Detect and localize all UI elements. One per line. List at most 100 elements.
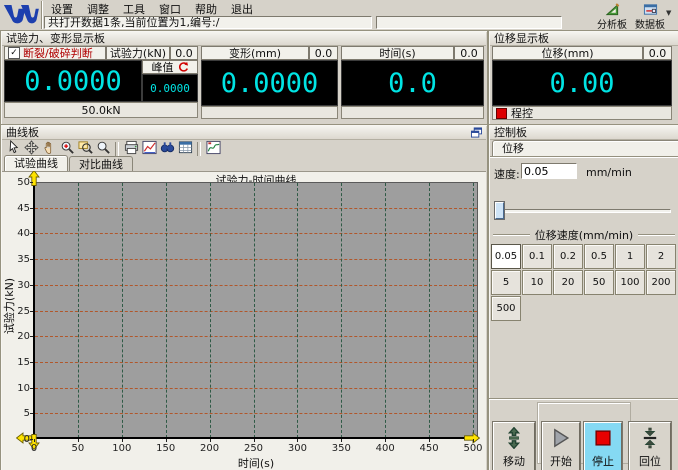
curve-panel-titlebar: 曲线板 — [2, 126, 486, 140]
zoom-window-icon — [77, 140, 93, 158]
speed-option-0.5[interactable]: 0.5 — [584, 244, 614, 269]
y-tick-label: 50 — [17, 177, 30, 188]
return-button[interactable]: 回位 — [629, 422, 671, 470]
explore-icon — [160, 140, 175, 158]
force-header: 试验力(kN) — [106, 46, 170, 60]
speed-option-50[interactable]: 50 — [584, 270, 614, 295]
move-button-label: 移动 — [503, 455, 525, 468]
deform-value-display: 0.0000 — [201, 60, 338, 106]
toolbar-chart-view-button[interactable] — [140, 140, 158, 158]
break-judge-checkbox[interactable]: ✓ — [8, 47, 20, 59]
toolbar-separator — [115, 141, 119, 156]
speed-slider-track[interactable] — [495, 209, 671, 213]
app-window: 设置 调整 工具 窗口 帮助 退出 共打开数据1条,当前位置为1,编号:/ 分析板 数据板… — [0, 0, 678, 470]
speed-input[interactable] — [521, 163, 577, 179]
play-icon — [550, 427, 572, 452]
speed-option-0.05[interactable]: 0.05 — [491, 244, 521, 269]
tab-displacement[interactable]: 位移 — [492, 140, 678, 156]
toolbar-overflow-arrow-icon[interactable]: ▼ — [666, 9, 671, 17]
x-tick-label: 250 — [243, 443, 264, 454]
speed-option-200[interactable]: 200 — [646, 270, 676, 295]
speed-option-0.2[interactable]: 0.2 — [553, 244, 583, 269]
h-gridline — [35, 387, 477, 389]
control-mode-row: 程控 — [492, 106, 672, 120]
v-gridline — [77, 183, 79, 438]
v-gridline — [473, 183, 474, 438]
speed-option-10[interactable]: 10 — [522, 270, 552, 295]
speed-option-0.1[interactable]: 0.1 — [522, 244, 552, 269]
peak-value-display: 0.0000 — [142, 74, 198, 102]
y-tick-label: 20 — [17, 331, 30, 343]
status-message: 共打开数据1条,当前位置为1,编号:/ — [44, 16, 372, 29]
x-tick-mark — [121, 439, 123, 442]
y-tick-mark — [30, 361, 33, 363]
speed-group-label: 位移速度(mm/min) — [534, 229, 634, 242]
speed-unit-label: mm/min — [586, 166, 632, 179]
curve-tab-0[interactable]: 试验曲线 — [4, 155, 68, 171]
peak-reset-icon[interactable] — [177, 61, 189, 73]
toolbar-separator — [197, 141, 201, 156]
break-judge-label: 断裂/破碎判断 — [23, 47, 93, 60]
v-gridline — [429, 183, 431, 438]
x-tick-label: 150 — [156, 443, 176, 454]
x-tick-mark — [77, 439, 79, 442]
speed-option-500[interactable]: 500 — [491, 296, 521, 321]
curve-panel-title: 曲线板 — [6, 126, 39, 139]
speed-option-5[interactable]: 5 — [491, 270, 521, 295]
force-value-display: 0.0000 — [4, 60, 142, 102]
speed-slider-thumb[interactable] — [495, 202, 504, 219]
data-board-icon — [643, 2, 658, 20]
program-mode-label: 程控 — [511, 107, 533, 120]
toolbar-explore-button[interactable] — [158, 141, 176, 157]
move-vertical-icon — [503, 426, 525, 452]
x-tick-label: 350 — [331, 443, 351, 454]
v-gridline — [165, 183, 167, 438]
time-bottom-strip — [341, 106, 484, 119]
y-tick-mark — [30, 310, 33, 312]
speed-options-grid: 0.05 0.1 0.2 0.5 1 2 5 10 20 50 100 200 500 — [491, 244, 678, 322]
toolbar-curve-config-button[interactable] — [204, 140, 222, 158]
status-field-secondary — [376, 16, 562, 29]
x-axis-label: 时间(s) — [237, 457, 275, 470]
toolbar-data-table-button[interactable] — [176, 140, 194, 158]
curve-tabs: 试验曲线 对比曲线 — [4, 155, 134, 171]
curve-config-icon — [205, 140, 221, 158]
move-button[interactable]: 移动 — [493, 422, 535, 470]
v-gridline — [209, 183, 211, 438]
y-tick-mark — [30, 336, 33, 338]
y-tick-label: 15 — [17, 356, 30, 368]
toolbar-print-button[interactable] — [122, 140, 140, 158]
break-judge-option[interactable]: ✓ 断裂/破碎判断 — [4, 46, 106, 60]
y-tick-mark — [30, 233, 33, 235]
print-icon — [124, 140, 139, 158]
undock-panel-icon[interactable] — [470, 127, 483, 138]
start-button[interactable]: 开始 — [542, 422, 580, 470]
y-tick-mark — [30, 439, 33, 440]
curve-tab-1[interactable]: 对比曲线 — [69, 156, 133, 171]
stop-button-label: 停止 — [592, 455, 614, 468]
data-board-button[interactable]: 数据板 — [632, 2, 668, 31]
h-gridline — [35, 310, 477, 312]
h-gridline — [35, 207, 477, 209]
tab-displacement-label: 位移 — [502, 142, 524, 155]
h-gridline — [35, 233, 477, 235]
speed-option-20[interactable]: 20 — [553, 270, 583, 295]
chart-view-icon — [141, 140, 157, 158]
speed-label: 速度: — [494, 168, 520, 181]
stop-button[interactable]: 停止 — [584, 422, 622, 470]
y-tick-label: 10 — [17, 382, 30, 394]
chart-area: 试验力-时间曲线 试验力(kN) 时间(s) 0 5 10 15 20 25 30 35 40 4… — [2, 169, 486, 470]
toolbar-zoom-window-button[interactable] — [76, 140, 94, 158]
toolbar-zoom-out-button[interactable] — [94, 141, 112, 157]
speed-option-2[interactable]: 2 — [646, 244, 676, 269]
deform-aux-value: 0.0 — [309, 46, 338, 60]
displacement-panel-title: 位移显示板 — [490, 32, 678, 46]
plot-area — [34, 182, 478, 439]
analysis-board-button[interactable]: 分析板 — [594, 2, 630, 31]
speed-option-100[interactable]: 100 — [615, 270, 645, 295]
deform-header: 变形(mm) — [201, 46, 309, 60]
force-display-panel: 试验力、变形显示板 ✓ 断裂/破碎判断 试验力(kN) 0.0 0.0000 峰… — [0, 30, 488, 126]
data-table-icon — [178, 140, 193, 158]
speed-option-1[interactable]: 1 — [615, 244, 645, 269]
x-tick-label: 0 — [30, 443, 38, 454]
